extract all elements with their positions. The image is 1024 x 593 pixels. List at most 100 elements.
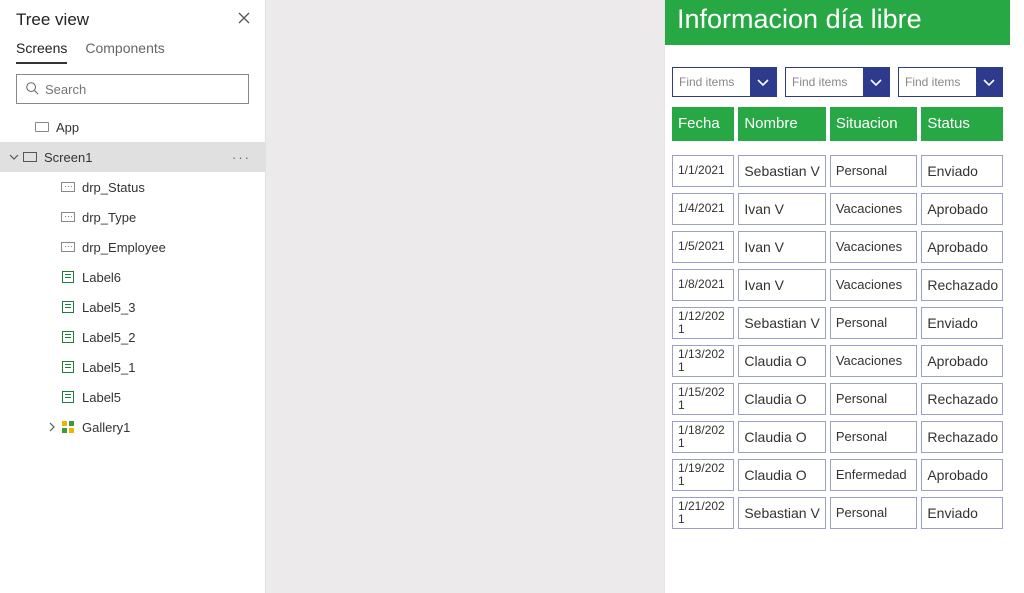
dropdown-type[interactable]: Find items [785,67,890,97]
dropdown-icon [60,179,76,195]
cell-status: Enviado [921,497,1003,529]
cell-status: Aprobado [921,231,1003,263]
dropdown-status[interactable]: Find items [898,67,1003,97]
chevron-down-icon[interactable] [6,152,22,162]
tree-node[interactable]: drp_Type [0,202,265,232]
search-wrap [0,64,265,112]
table-row[interactable]: 1/8/2021Ivan VVacacionesRechazado [672,269,1003,301]
cell-nombre: Ivan V [738,193,826,225]
cell-fecha: 1/13/2021 [672,345,734,377]
tree-node[interactable]: Label5 [0,382,265,412]
tree-node-label: Label6 [82,270,121,285]
tree-node-app[interactable]: App [0,112,265,142]
close-icon[interactable] [237,11,251,30]
cell-status: Rechazado [921,421,1003,453]
cell-situacion: Personal [830,307,918,339]
tree-node-label: Label5_1 [82,360,136,375]
tree-node[interactable]: Label5_2 [0,322,265,352]
canvas-background [266,0,664,593]
chevron-right-icon[interactable] [44,422,60,432]
more-options-button[interactable]: ··· [232,150,257,165]
table-row[interactable]: 1/18/2021Claudia OPersonalRechazado [672,421,1003,453]
col-head-nombre: Nombre [738,107,826,141]
cell-situacion: Personal [830,421,918,453]
cell-fecha: 1/15/2021 [672,383,734,415]
column-headers: Fecha Nombre Situacion Status [665,107,1010,141]
label-icon [60,299,76,315]
cell-nombre: Ivan V [738,231,826,263]
tree-view-panel: Tree view Screens Components App Screen1 [0,0,266,593]
tree-node-label: App [56,120,79,135]
tree-header: Tree view [0,0,265,34]
cell-situacion: Personal [830,155,918,187]
table-row[interactable]: 1/4/2021Ivan VVacacionesAprobado [672,193,1003,225]
cell-situacion: Vacaciones [830,193,918,225]
search-input[interactable] [45,82,240,97]
tree-node[interactable]: drp_Status [0,172,265,202]
table-row[interactable]: 1/1/2021Sebastian VPersonalEnviado [672,155,1003,187]
tree-node[interactable]: Label5_3 [0,292,265,322]
cell-nombre: Claudia O [738,345,826,377]
col-head-status: Status [921,107,1003,141]
cell-status: Enviado [921,155,1003,187]
data-rows: 1/1/2021Sebastian VPersonalEnviado1/4/20… [665,141,1010,529]
chevron-down-icon[interactable] [750,68,776,96]
dropdown-placeholder: Find items [673,68,750,96]
table-row[interactable]: 1/21/2021Sebastian VPersonalEnviado [672,497,1003,529]
cell-fecha: 1/8/2021 [672,269,734,301]
cell-situacion: Enfermedad [830,459,918,491]
tab-screens[interactable]: Screens [16,40,67,64]
filter-row: Find items Find items Find items [665,45,1010,107]
table-row[interactable]: 1/5/2021Ivan VVacacionesAprobado [672,231,1003,263]
cell-fecha: 1/4/2021 [672,193,734,225]
tree-node-label: Label5_2 [82,330,136,345]
cell-nombre: Claudia O [738,383,826,415]
label-icon [60,389,76,405]
cell-status: Aprobado [921,459,1003,491]
cell-situacion: Personal [830,383,918,415]
cell-nombre: Ivan V [738,269,826,301]
col-head-fecha: Fecha [672,107,734,141]
dropdown-icon [60,239,76,255]
tree-node-label: drp_Status [82,180,145,195]
cell-nombre: Sebastian V [738,155,826,187]
tree-node[interactable]: Label6 [0,262,265,292]
app-preview: Informacion día libre Find items Find it… [664,0,1024,593]
tree-node-label: Gallery1 [82,420,130,435]
screen-icon [22,149,38,165]
tab-components[interactable]: Components [85,40,164,64]
tree-node-label: Label5 [82,390,121,405]
cell-status: Rechazado [921,269,1003,301]
gallery-icon [60,419,76,435]
dropdown-placeholder: Find items [786,68,863,96]
col-head-situacion: Situacion [830,107,918,141]
tree-tabs: Screens Components [0,34,265,64]
tree-node[interactable]: drp_Employee [0,232,265,262]
chevron-down-icon[interactable] [863,68,889,96]
tree-node[interactable]: Label5_1 [0,352,265,382]
table-row[interactable]: 1/12/2021Sebastian VPersonalEnviado [672,307,1003,339]
cell-nombre: Claudia O [738,459,826,491]
cell-situacion: Vacaciones [830,269,918,301]
app-icon [34,119,50,135]
dropdown-employee[interactable]: Find items [672,67,777,97]
cell-fecha: 1/12/2021 [672,307,734,339]
chevron-down-icon[interactable] [976,68,1002,96]
search-box[interactable] [16,74,249,104]
cell-nombre: Sebastian V [738,307,826,339]
cell-fecha: 1/1/2021 [672,155,734,187]
label-icon [60,329,76,345]
cell-fecha: 1/5/2021 [672,231,734,263]
tree-node[interactable]: Gallery1 [0,412,265,442]
tree-node-screen1[interactable]: Screen1 ··· [0,142,265,172]
tree-node-label: Screen1 [44,150,92,165]
table-row[interactable]: 1/19/2021Claudia OEnfermedadAprobado [672,459,1003,491]
cell-situacion: Vacaciones [830,345,918,377]
table-row[interactable]: 1/15/2021Claudia OPersonalRechazado [672,383,1003,415]
table-row[interactable]: 1/13/2021Claudia OVacacionesAprobado [672,345,1003,377]
tree-node-label: Label5_3 [82,300,136,315]
tree-node-label: drp_Employee [82,240,166,255]
app-title: Informacion día libre [665,0,1010,45]
cell-nombre: Claudia O [738,421,826,453]
cell-fecha: 1/19/2021 [672,459,734,491]
